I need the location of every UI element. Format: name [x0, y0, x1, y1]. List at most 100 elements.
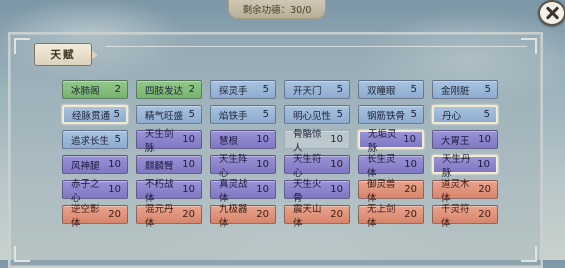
talent-level: 10	[108, 184, 121, 195]
talent-level: 10	[182, 184, 195, 195]
talent-level: 5	[336, 84, 343, 95]
talent-chip[interactable]: 追求长生 5	[62, 130, 128, 149]
talent-level: 20	[404, 209, 417, 220]
talent-chip[interactable]: 天生符心 10	[284, 154, 350, 179]
talent-chip[interactable]: 双瞳眼 5	[358, 80, 424, 99]
talent-name: 精气旺盛	[145, 110, 184, 122]
talent-level: 10	[330, 159, 343, 170]
talent-chip[interactable]: 震天山体 20	[284, 204, 350, 229]
talent-chip[interactable]: 无上剑体 20	[358, 204, 424, 229]
talent-level: 20	[108, 209, 121, 220]
talent-chip[interactable]: 逆空影体 20	[62, 204, 128, 229]
talent-level: 10	[403, 134, 416, 145]
talent-level: 5	[336, 109, 343, 120]
talent-chip[interactable]: 大胃王 10	[432, 130, 498, 149]
talent-name: 天生剑脉	[145, 128, 174, 154]
talent-level: 2	[188, 84, 195, 95]
talent-chip[interactable]: 天生丹脉 10	[432, 154, 498, 179]
tab-talents-label: 天赋	[50, 49, 76, 61]
talent-level: 5	[483, 109, 490, 120]
talent-name: 长生灵体	[367, 153, 396, 179]
talent-name: 麒麟臂	[145, 160, 174, 172]
talent-level: 10	[330, 184, 343, 195]
talent-chip[interactable]: 钢筋铁骨 5	[358, 105, 424, 124]
talent-level: 10	[478, 134, 491, 145]
talent-name: 九极器体	[219, 203, 248, 229]
talent-name: 双瞳眼	[367, 85, 396, 97]
close-icon[interactable]	[538, 0, 565, 26]
talent-chip[interactable]: 混元丹体 20	[136, 204, 202, 229]
talent-name: 逆空影体	[71, 203, 100, 229]
talent-level: 20	[330, 209, 343, 220]
talent-level: 10	[182, 134, 195, 145]
talent-chip[interactable]: 风神腿 10	[62, 155, 128, 174]
talent-level: 20	[478, 209, 491, 220]
talent-chip[interactable]: 探灵手 5	[210, 80, 276, 99]
talent-name: 震天山体	[293, 203, 322, 229]
talent-chip[interactable]: 丹心 5	[432, 105, 498, 124]
talent-chip[interactable]: 九极器体 20	[210, 204, 276, 229]
talent-level: 10	[256, 159, 269, 170]
talent-chip[interactable]: 长生灵体 10	[358, 154, 424, 179]
talent-name: 真灵战体	[219, 178, 248, 204]
talent-level: 5	[262, 109, 269, 120]
talent-level: 10	[404, 159, 417, 170]
talent-name: 无上剑体	[367, 203, 396, 229]
talent-name: 冰肺阁	[71, 85, 100, 97]
talent-name: 四肢发达	[145, 85, 184, 97]
remaining-merit-label: 剩余功德：30/0	[242, 5, 312, 16]
talent-level: 5	[188, 109, 195, 120]
talent-level: 10	[256, 134, 269, 145]
talent-level: 10	[477, 159, 490, 170]
talent-name: 大胃王	[441, 135, 470, 147]
talent-name: 天生阵心	[219, 153, 248, 179]
talent-name: 慧根	[219, 135, 239, 147]
talent-level: 5	[262, 84, 269, 95]
talent-chip[interactable]: 精气旺盛 5	[136, 105, 202, 124]
talent-chip[interactable]: 天生火骨 10	[284, 179, 350, 204]
talent-name: 混元丹体	[145, 203, 174, 229]
talent-chip[interactable]: 真灵战体 10	[210, 179, 276, 204]
talent-chip[interactable]: 赤子之心 10	[62, 179, 128, 204]
talent-level: 5	[484, 84, 491, 95]
talent-level: 10	[330, 134, 343, 145]
talent-chip[interactable]: 明心见性 5	[284, 105, 350, 124]
talent-chip[interactable]: 天生阵心 10	[210, 154, 276, 179]
talent-name: 明心见性	[293, 110, 332, 122]
talent-level: 20	[404, 184, 417, 195]
talent-chip[interactable]: 焰铁手 5	[210, 105, 276, 124]
talent-chip[interactable]: 不朽战体 10	[136, 179, 202, 204]
talent-chip[interactable]: 天生剑脉 10	[136, 129, 202, 154]
talent-chip[interactable]: 骨骼惊人 10	[284, 129, 350, 154]
talent-name: 风神腿	[71, 160, 100, 172]
talent-name: 道灵木体	[441, 178, 470, 204]
talent-name: 焰铁手	[219, 110, 248, 122]
talent-chip[interactable]: 开天门 5	[284, 80, 350, 99]
talent-level: 20	[478, 184, 491, 195]
talent-chip[interactable]: 道灵木体 20	[432, 179, 498, 204]
panel-corner-ornament	[14, 38, 30, 54]
talent-level: 2	[114, 84, 121, 95]
talent-level: 10	[108, 159, 121, 170]
remaining-merit-display: 剩余功德：30/0	[228, 0, 326, 19]
talent-chip[interactable]: 无垢灵脉 10	[358, 129, 424, 154]
talent-chip[interactable]: 御灵兽体 20	[358, 179, 424, 204]
talent-level: 10	[182, 159, 195, 170]
talent-chip[interactable]: 麒麟臂 10	[136, 155, 202, 174]
talent-name: 千灵符体	[441, 203, 470, 229]
talent-chip[interactable]: 金刚脏 5	[432, 80, 498, 99]
talent-chip[interactable]: 四肢发达 2	[136, 80, 202, 99]
talent-level: 10	[256, 184, 269, 195]
talent-chip[interactable]: 慧根 10	[210, 130, 276, 149]
talent-chip[interactable]: 千灵符体 20	[432, 204, 498, 229]
talent-name: 开天门	[293, 85, 322, 97]
talent-level: 5	[114, 134, 121, 145]
talent-level: 5	[410, 109, 417, 120]
talent-chip[interactable]: 冰肺阁 2	[62, 80, 128, 99]
talent-level: 5	[410, 84, 417, 95]
talent-chip[interactable]: 经脉贯通 5	[62, 105, 128, 124]
panel-divider	[106, 46, 527, 47]
talent-name: 无垢灵脉	[368, 128, 397, 154]
tab-talents[interactable]: 天赋	[34, 43, 98, 66]
talent-name: 钢筋铁骨	[367, 110, 406, 122]
